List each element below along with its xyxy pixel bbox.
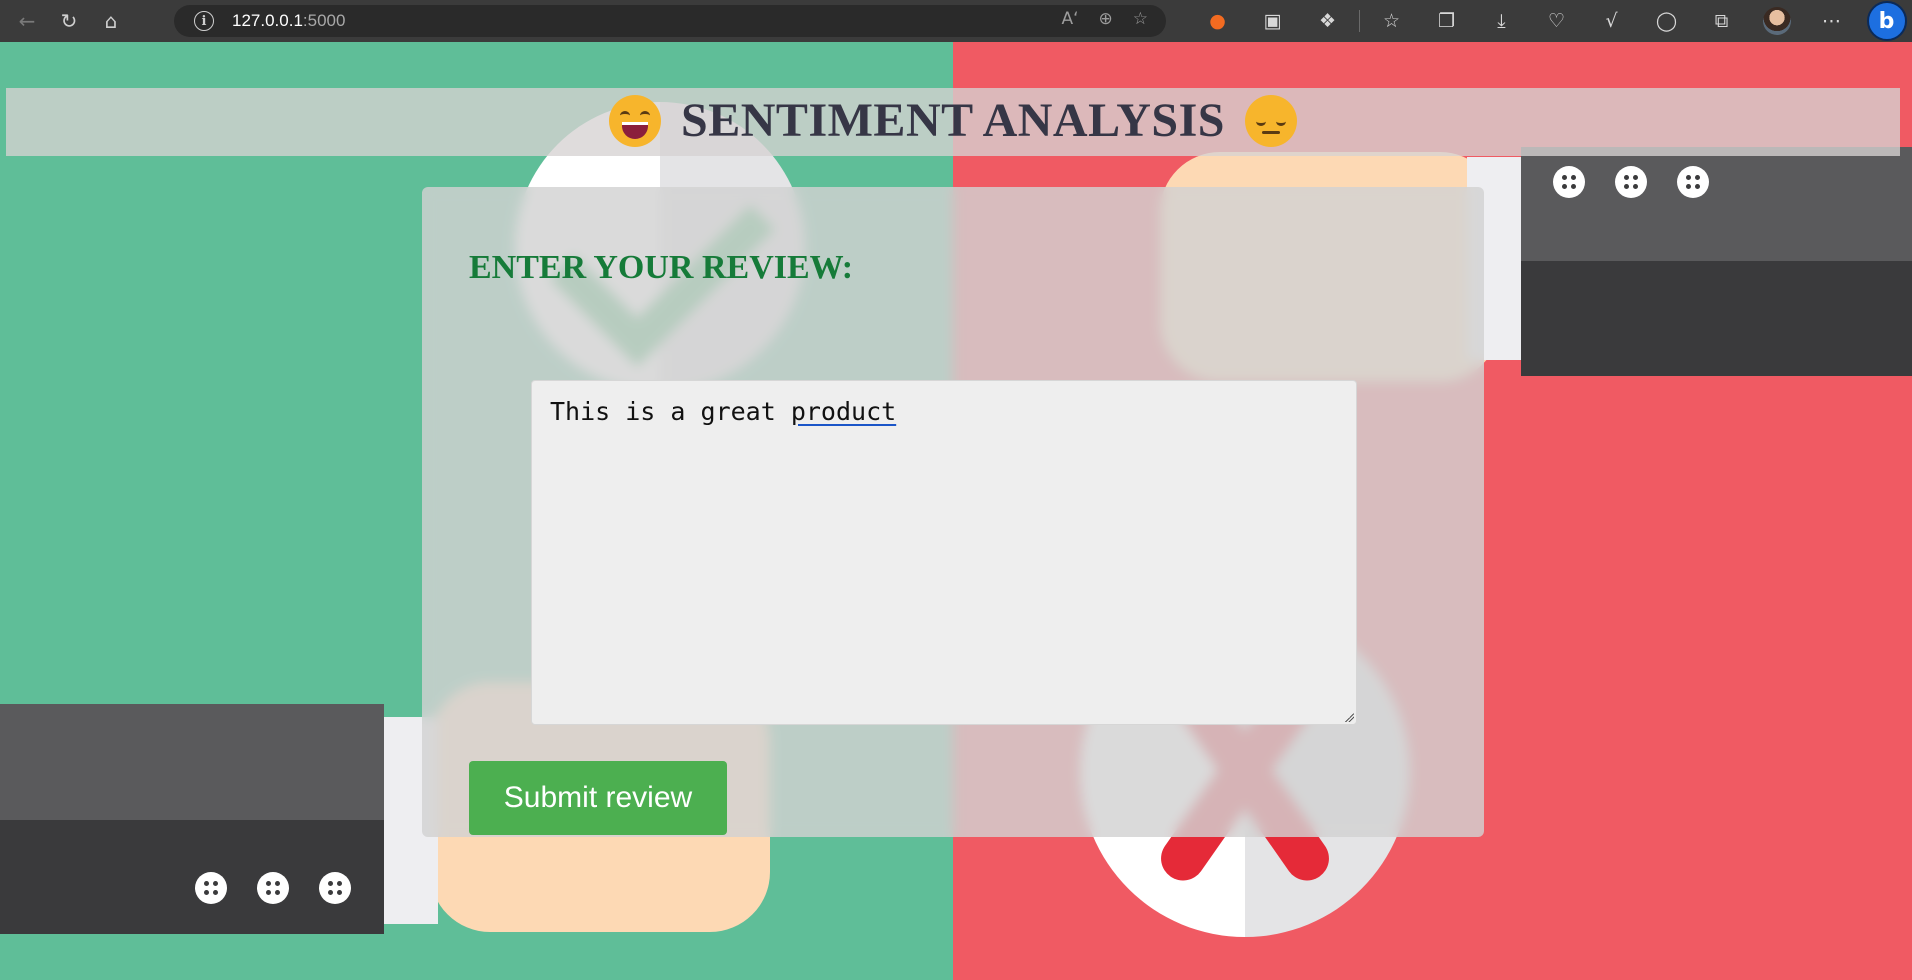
screenshot-icon[interactable]: ⧉ bbox=[1694, 6, 1749, 36]
toolbar-divider bbox=[1359, 10, 1360, 32]
profile-avatar[interactable] bbox=[1749, 6, 1804, 36]
negative-sleeve-shadow bbox=[1521, 261, 1912, 376]
read-aloud-icon[interactable]: A‘ bbox=[1061, 9, 1078, 29]
screen-cast-icon[interactable]: ▣ bbox=[1245, 6, 1300, 36]
extensions-icon[interactable]: ❖ bbox=[1300, 6, 1355, 36]
browser-essentials-icon[interactable]: ◯ bbox=[1639, 6, 1694, 36]
textarea-resize-handle[interactable] bbox=[1344, 712, 1354, 722]
cufflink-button bbox=[257, 872, 289, 904]
favorite-add-icon[interactable]: ☆ bbox=[1133, 9, 1148, 29]
review-card: ENTER YOUR REVIEW: This is a great produ… bbox=[422, 187, 1484, 837]
math-solver-icon[interactable]: √ bbox=[1584, 6, 1639, 36]
performance-icon[interactable]: ♡ bbox=[1529, 6, 1584, 36]
review-textarea[interactable]: This is a great product bbox=[531, 380, 1357, 725]
address-bar[interactable]: i 127.0.0.1:5000 A‘ ⊕ ☆ bbox=[174, 5, 1166, 37]
cufflink-button bbox=[195, 872, 227, 904]
page-title: SENTIMENT ANALYSIS bbox=[589, 93, 1317, 151]
title-banner: SENTIMENT ANALYSIS bbox=[6, 88, 1900, 156]
cufflink-button bbox=[1677, 166, 1709, 198]
back-icon[interactable]: ← bbox=[12, 6, 42, 36]
bing-copilot-icon[interactable]: b bbox=[1859, 1, 1912, 41]
collections-icon[interactable]: ❐ bbox=[1419, 6, 1474, 36]
grinning-face-icon bbox=[609, 94, 662, 147]
page-content: SENTIMENT ANALYSIS ENTER YOUR REVIEW: Th… bbox=[0, 42, 1912, 980]
positive-sleeve bbox=[0, 704, 384, 820]
url-port: :5000 bbox=[302, 11, 346, 30]
zoom-icon[interactable]: ⊕ bbox=[1099, 9, 1113, 29]
review-text: This is a great bbox=[550, 397, 791, 426]
pensive-face-icon bbox=[1244, 94, 1297, 147]
url-text[interactable]: 127.0.0.1:5000 bbox=[232, 11, 345, 31]
review-text-flagged-word: product bbox=[790, 397, 897, 426]
extension-orange-icon[interactable]: ● bbox=[1190, 6, 1245, 36]
cufflink-button bbox=[1553, 166, 1585, 198]
cufflink-button bbox=[319, 872, 351, 904]
review-heading: ENTER YOUR REVIEW: bbox=[469, 249, 854, 286]
cufflink-button bbox=[1615, 166, 1647, 198]
site-info-icon[interactable]: i bbox=[194, 11, 214, 31]
refresh-icon[interactable]: ↻ bbox=[54, 6, 84, 36]
submit-review-button[interactable]: Submit review bbox=[469, 761, 727, 835]
browser-toolbar: ← ↻ ⌂ i 127.0.0.1:5000 A‘ ⊕ ☆ ● ▣ ❖ ☆ ❐ … bbox=[0, 0, 1912, 42]
url-host: 127.0.0.1 bbox=[232, 11, 303, 30]
more-icon[interactable]: ⋯ bbox=[1804, 6, 1859, 36]
home-icon[interactable]: ⌂ bbox=[96, 6, 126, 36]
favorites-icon[interactable]: ☆ bbox=[1364, 6, 1419, 36]
negative-sleeve bbox=[1521, 147, 1912, 261]
downloads-icon[interactable]: ⤓ bbox=[1474, 6, 1529, 36]
page-title-text: SENTIMENT ANALYSIS bbox=[681, 94, 1225, 147]
